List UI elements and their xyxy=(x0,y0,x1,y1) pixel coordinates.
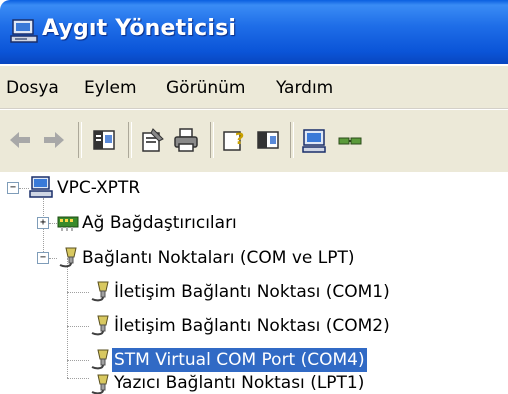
computer-icon xyxy=(10,19,38,43)
help-icon[interactable]: ? xyxy=(220,126,248,154)
tree-line xyxy=(67,292,89,293)
toolbar: ? xyxy=(0,109,508,173)
print-icon[interactable] xyxy=(172,126,200,154)
tree-expander-ports[interactable]: − xyxy=(37,252,49,264)
show-hide-console-tree-icon[interactable] xyxy=(90,126,118,154)
toolbar-separator xyxy=(78,122,82,158)
tree-item-ports[interactable]: Bağlantı Noktaları (COM ve LPT) xyxy=(82,248,355,268)
tree-item-com2[interactable]: İletişim Bağlantı Noktası (COM2) xyxy=(114,316,390,336)
toolbar-separator xyxy=(128,122,132,158)
port-connector-icon xyxy=(91,315,109,336)
computer-icon xyxy=(29,176,53,198)
menu-eylem[interactable]: Eylem xyxy=(84,78,137,98)
computer-icon[interactable] xyxy=(300,126,328,154)
network-adapter-icon xyxy=(57,216,79,231)
tree-item-lpt1[interactable]: Yazıcı Bağlantı Noktası (LPT1) xyxy=(114,373,364,393)
tree-line xyxy=(67,326,89,327)
port-connector-icon xyxy=(91,349,109,370)
title-bar[interactable]: Aygıt Yöneticisi xyxy=(0,0,508,64)
port-connector-icon xyxy=(91,281,109,302)
device-manager-window: Aygıt Yöneticisi Dosya Eylem Görünüm Yar… xyxy=(0,0,508,394)
tree-item-com4-selected[interactable]: STM Virtual COM Port (COM4) xyxy=(112,348,367,372)
menu-gorunum[interactable]: Görünüm xyxy=(166,78,245,98)
menu-dosya[interactable]: Dosya xyxy=(6,78,59,98)
tree-item-com1[interactable]: İletişim Bağlantı Noktası (COM1) xyxy=(114,282,390,302)
device-tree: − VPC-XPTR + Ağ Bağdaştırıcıları − Bağla… xyxy=(0,172,508,394)
network-icon[interactable] xyxy=(336,126,364,154)
tree-item-root[interactable]: VPC-XPTR xyxy=(57,178,140,198)
properties-icon[interactable] xyxy=(138,126,166,154)
menu-bar: Dosya Eylem Görünüm Yardım xyxy=(0,66,508,109)
back-arrow-icon[interactable] xyxy=(6,126,34,154)
tree-line xyxy=(67,378,89,379)
show-action-pane-icon[interactable] xyxy=(254,126,282,154)
tree-line xyxy=(67,360,89,361)
svg-text:?: ? xyxy=(235,129,244,148)
port-connector-icon xyxy=(59,247,77,268)
tree-item-network-adapters[interactable]: Ağ Bağdaştırıcıları xyxy=(82,213,237,233)
toolbar-separator xyxy=(290,122,294,158)
tree-expander-network-adapters[interactable]: + xyxy=(37,217,49,229)
tree-line xyxy=(19,188,29,189)
tree-expander-root[interactable]: − xyxy=(7,182,19,194)
menu-yardim[interactable]: Yardım xyxy=(276,78,333,98)
forward-arrow-icon[interactable] xyxy=(40,126,68,154)
toolbar-separator xyxy=(210,122,214,158)
window-title: Aygıt Yöneticisi xyxy=(42,16,237,41)
port-connector-icon xyxy=(91,374,109,394)
